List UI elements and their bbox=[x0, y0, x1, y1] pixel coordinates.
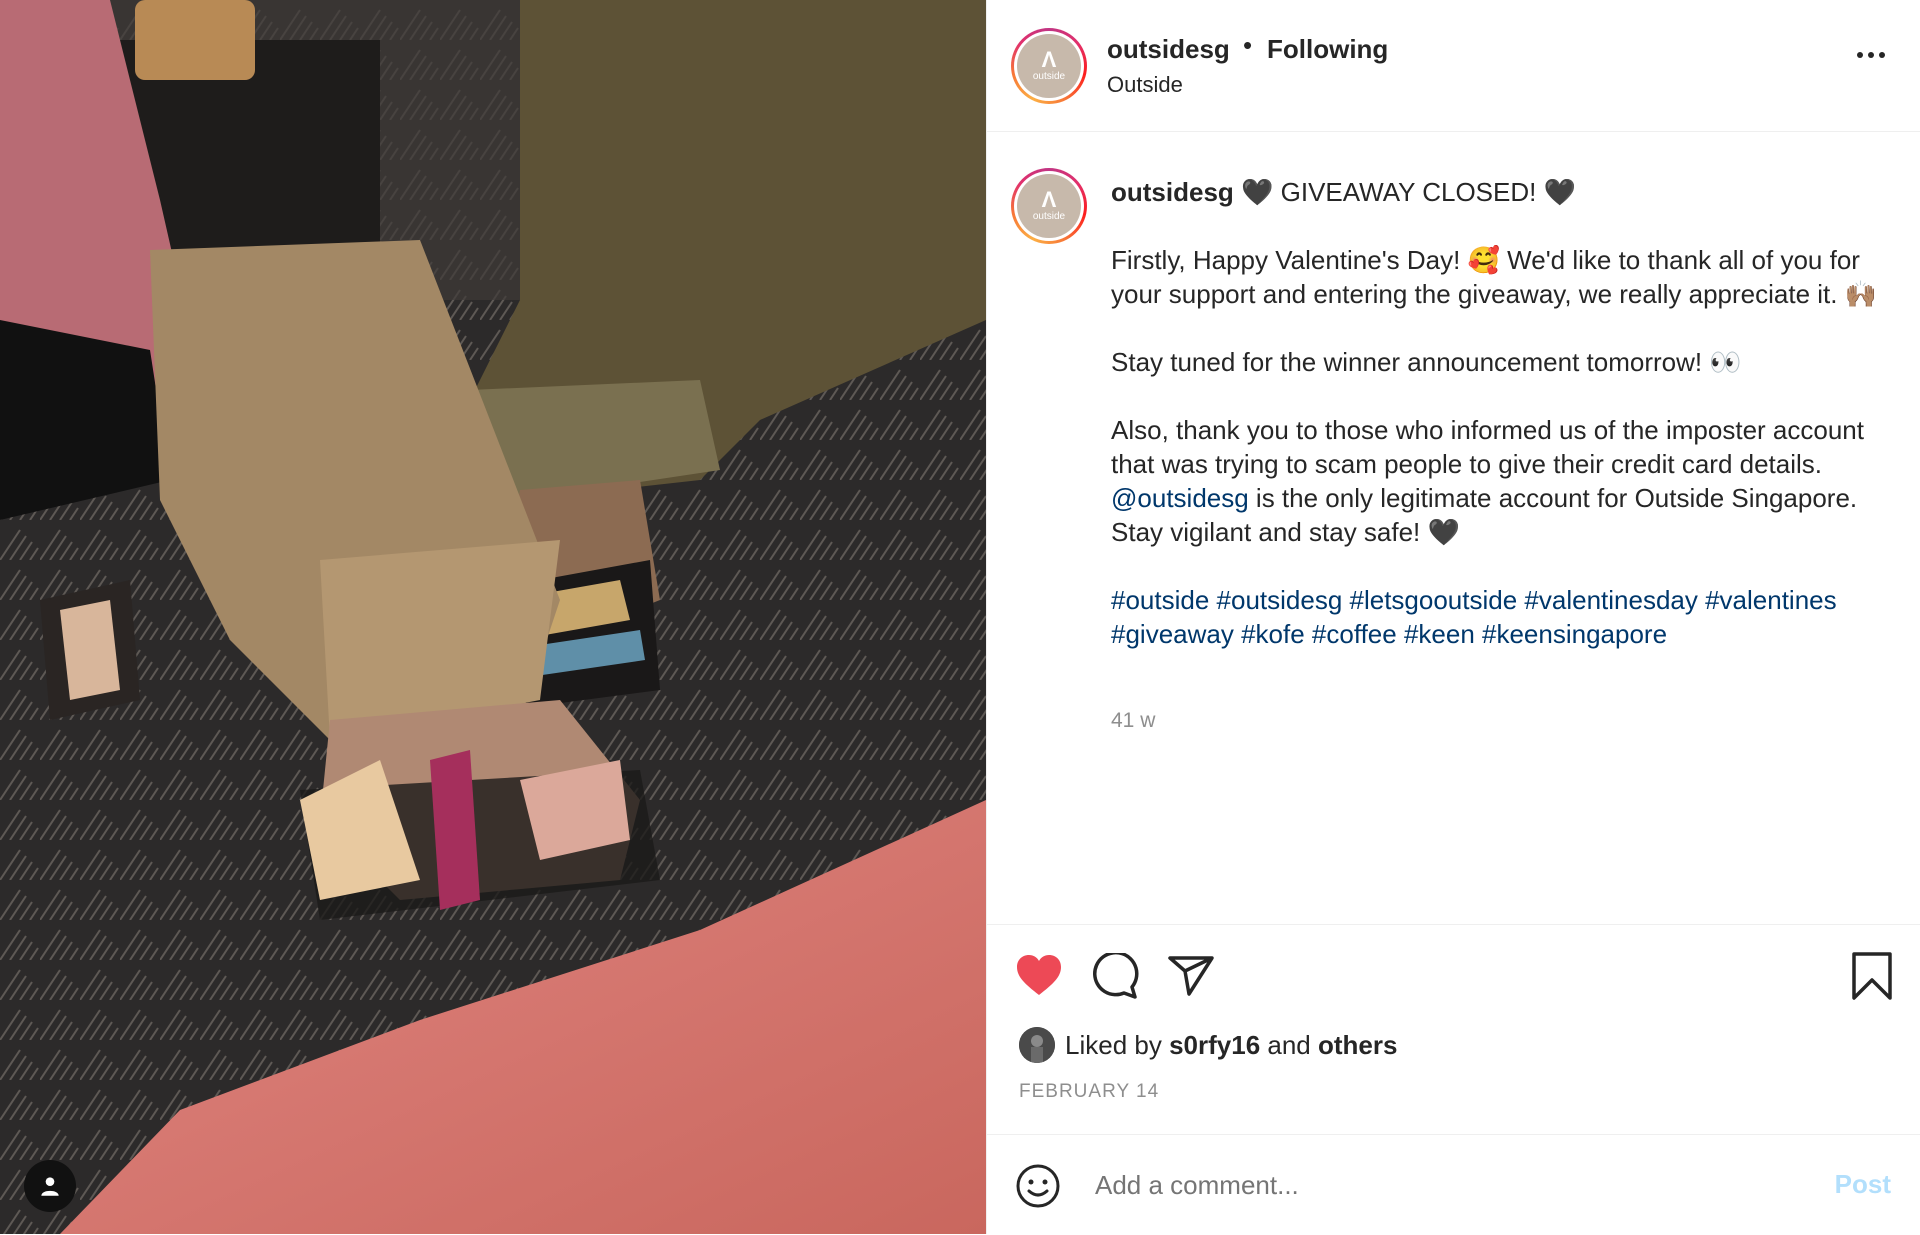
bookmark-icon[interactable] bbox=[1851, 951, 1893, 1001]
paper-plane-icon[interactable] bbox=[1167, 955, 1215, 997]
author-username[interactable]: outsidesg bbox=[1107, 34, 1230, 65]
post-details-panel: Λ outside outsidesg • Following Outside … bbox=[986, 0, 1920, 1234]
post-date[interactable]: FEBRUARY 14 bbox=[1019, 1081, 1159, 1103]
caption-headline: 🖤 GIVEAWAY CLOSED! 🖤 bbox=[1233, 177, 1576, 207]
caption-author-avatar[interactable]: Λ outside bbox=[1011, 168, 1087, 244]
hashtags[interactable]: #outside #outsidesg #letsgooutside #vale… bbox=[1111, 583, 1901, 651]
avatar-logo-mark: Λ bbox=[1041, 46, 1057, 72]
post-photo[interactable] bbox=[0, 0, 986, 1234]
header-separator: • bbox=[1243, 30, 1253, 60]
post-caption: outsidesg 🖤 GIVEAWAY CLOSED! 🖤 Firstly, … bbox=[1111, 175, 1901, 685]
liked-others-link[interactable]: others bbox=[1318, 1030, 1397, 1061]
ellipsis-icon[interactable] bbox=[1857, 52, 1885, 58]
liker-username[interactable]: s0rfy16 bbox=[1169, 1030, 1260, 1061]
post-actions: Liked by s0rfy16 and others FEBRUARY 14 bbox=[987, 924, 1920, 1135]
avatar-logo-mark: Λ bbox=[1041, 186, 1057, 212]
author-avatar[interactable]: Λ outside bbox=[1011, 28, 1087, 104]
liked-by: Liked by s0rfy16 and others bbox=[1019, 1027, 1397, 1063]
photo-illustration bbox=[0, 0, 986, 1234]
comment-bar: Post bbox=[987, 1134, 1920, 1235]
liked-prefix: Liked by bbox=[1065, 1029, 1170, 1060]
caption-paragraph-3-start: Also, thank you to those who informed us… bbox=[1111, 415, 1872, 479]
mention-link[interactable]: @outsidesg bbox=[1111, 483, 1249, 513]
following-button[interactable]: Following bbox=[1267, 34, 1388, 65]
post-comment-button[interactable]: Post bbox=[1835, 1169, 1891, 1200]
caption-age: 41 w bbox=[1111, 709, 1156, 732]
avatar-logo-text: outside bbox=[1032, 70, 1066, 82]
user-tag-icon bbox=[41, 1177, 59, 1196]
post-header: Λ outside outsidesg • Following Outside bbox=[987, 0, 1920, 132]
post-location[interactable]: Outside bbox=[1107, 72, 1183, 98]
avatar-logo-text: outside bbox=[1032, 210, 1066, 222]
caption-username[interactable]: outsidesg bbox=[1111, 177, 1234, 207]
comment-input[interactable] bbox=[1093, 1169, 1797, 1202]
caption-paragraph-1: Firstly, Happy Valentine's Day! 🥰 We'd l… bbox=[1111, 245, 1878, 309]
caption-paragraph-2: Stay tuned for the winner announcement t… bbox=[1111, 347, 1742, 377]
comment-icon[interactable] bbox=[1091, 953, 1139, 999]
smiley-icon[interactable] bbox=[1015, 1163, 1061, 1209]
heart-icon[interactable] bbox=[1015, 953, 1063, 997]
liked-mid: and bbox=[1260, 1029, 1318, 1060]
liker-avatar[interactable] bbox=[1019, 1027, 1055, 1063]
tag-button[interactable] bbox=[24, 1160, 76, 1212]
